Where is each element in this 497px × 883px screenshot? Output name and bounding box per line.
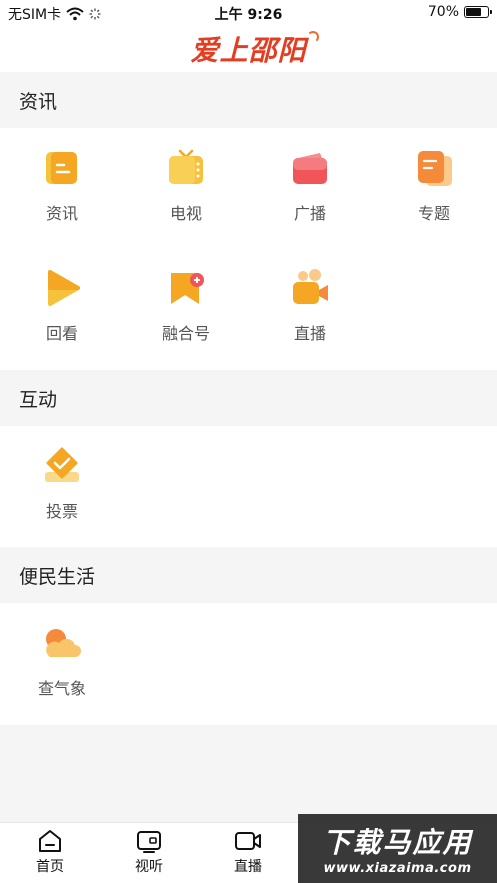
- section-title-news: 资讯: [0, 72, 497, 128]
- tile-label: 投票: [45, 502, 78, 521]
- tile-label: 电视: [169, 204, 202, 223]
- tile-label: 查气象: [37, 679, 86, 698]
- tile-live[interactable]: 直播: [248, 248, 372, 368]
- tile-vote[interactable]: 投票: [0, 426, 124, 546]
- tab-home[interactable]: 首页: [0, 829, 100, 876]
- watermark-text: 下载马应用: [322, 826, 473, 859]
- battery-fill: [466, 8, 481, 16]
- tile-weather[interactable]: 查气象: [0, 603, 124, 723]
- app-logo: 爱上邵阳: [190, 29, 319, 69]
- video-camera-icon: [235, 832, 261, 850]
- signal-icon: [306, 31, 319, 43]
- tile-playback[interactable]: 回看: [0, 248, 124, 368]
- vote-icon: [45, 447, 79, 482]
- interaction-grid: 投票: [0, 426, 497, 547]
- weather-icon: [46, 629, 81, 657]
- tile-tv[interactable]: 电视: [124, 128, 248, 248]
- section-title-label: 便民生活: [19, 565, 96, 588]
- tab-label: 直播: [234, 859, 262, 875]
- services-grid: 查气象: [0, 603, 497, 725]
- section-title-interaction: 互动: [0, 370, 497, 426]
- tile-label: 回看: [45, 324, 78, 343]
- play-icon: [48, 270, 80, 306]
- bookmark-plus-icon: [171, 273, 204, 304]
- tile-label: 融合号: [161, 324, 210, 343]
- tab-live[interactable]: 直播: [198, 829, 298, 876]
- section-title-label: 资讯: [19, 90, 58, 113]
- logo-text: 爱上邵阳: [190, 34, 307, 67]
- radio-icon: [293, 153, 327, 184]
- news-grid: 资讯 电视 广播 专题 回看 融合号 直播: [0, 128, 497, 370]
- tile-label: 广播: [293, 204, 326, 223]
- tile-label: 资讯: [45, 204, 78, 223]
- media-icon: [137, 831, 161, 853]
- battery-icon: [464, 6, 492, 18]
- battery-percent: 70%: [427, 4, 459, 20]
- watermark-url: www.xiazaima.com: [323, 861, 472, 876]
- tile-topic[interactable]: 专题: [372, 128, 496, 248]
- section-title-services: 便民生活: [0, 547, 497, 603]
- topic-icon: [418, 151, 452, 186]
- tile-media-account[interactable]: 融合号: [124, 248, 248, 368]
- app-header: 爱上邵阳: [0, 26, 497, 72]
- tile-radio[interactable]: 广播: [248, 128, 372, 248]
- status-right: 70%: [427, 4, 492, 20]
- tile-label: 专题: [417, 204, 450, 223]
- status-bar: 无SIM卡 上午 9:26 70%: [0, 0, 497, 26]
- watermark: 下载马应用 www.xiazaima.com: [298, 814, 497, 883]
- tab-media[interactable]: 视听: [99, 829, 199, 876]
- tab-label: 视听: [135, 859, 163, 875]
- home-icon: [39, 830, 61, 852]
- tile-news[interactable]: 资讯: [0, 128, 124, 248]
- tile-label: 直播: [293, 324, 326, 343]
- tab-label: 首页: [36, 859, 64, 875]
- section-title-label: 互动: [19, 388, 58, 411]
- document-icon: [46, 152, 77, 184]
- status-time: 上午 9:26: [214, 7, 283, 23]
- tv-icon: [169, 149, 203, 184]
- live-camera-icon: [293, 269, 328, 304]
